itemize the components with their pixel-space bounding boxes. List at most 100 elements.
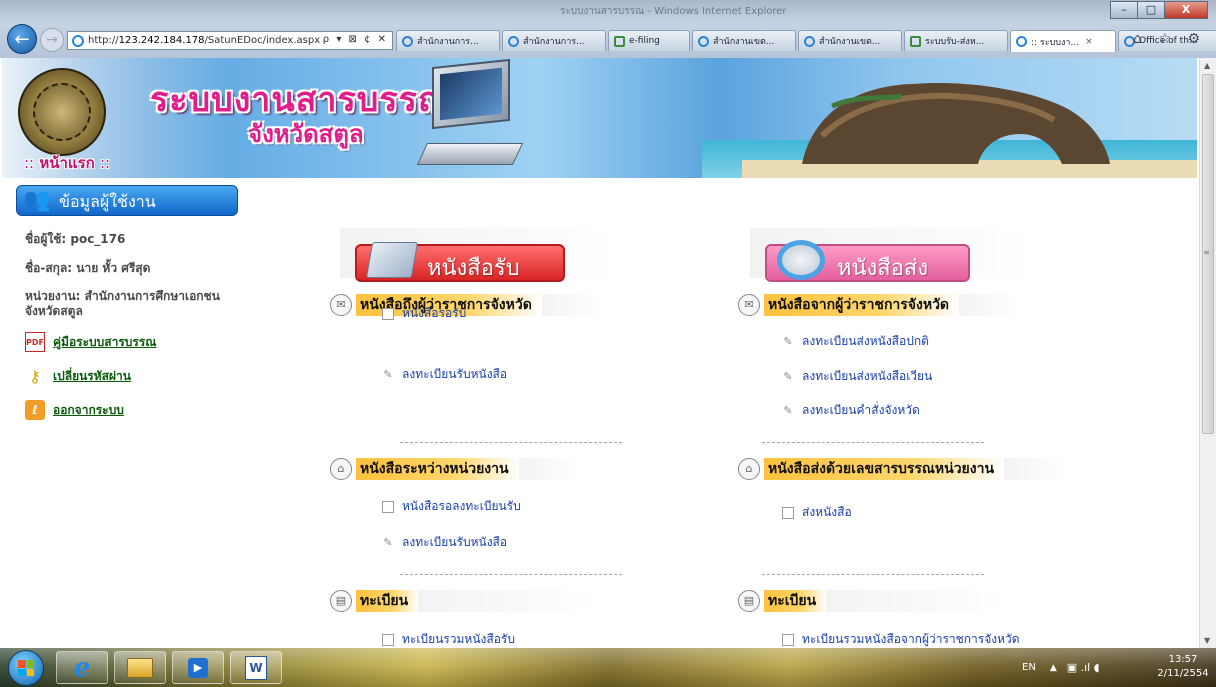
browser-tab[interactable]: สำนักงานเขต... <box>798 30 902 51</box>
doc-icon <box>782 506 794 519</box>
browser-chrome: ระบบงานสารบรรณ - Windows Internet Explor… <box>0 0 1216 58</box>
menu-item-link[interactable]: ✎ ลงทะเบียนคำสั่งจังหวัด <box>782 401 919 420</box>
site-banner: ระบบงานสารบรรณ จังหวัดสตูล :: หน้าแรก :: <box>2 58 1197 178</box>
send-header: หนังสือส่ง <box>765 240 970 282</box>
address-tools[interactable]: ρ ▾ ⊠ ¢ ✕ <box>323 34 388 45</box>
back-button[interactable]: ← <box>7 24 37 54</box>
provincial-seal-logo <box>18 68 106 156</box>
section-icon: ⌂ <box>738 458 760 480</box>
section-divider <box>400 442 622 443</box>
folder-icon <box>127 657 153 678</box>
taskbar-ie-button[interactable]: e <box>56 651 108 684</box>
home-label: หน้าแรก <box>39 154 95 172</box>
address-bar[interactable]: http://123.242.184.178/SatunEDoc/index.a… <box>67 31 393 50</box>
menu-item-link[interactable]: หนังสือรอลงทะเบียนรับ <box>382 497 521 516</box>
section-heading: ⌂ หนังสือระหว่างหน่วยงาน <box>330 458 579 480</box>
mail-icon <box>614 35 625 47</box>
sidebar-link-label[interactable]: คู่มือระบบสารบรรณ <box>53 333 156 352</box>
menu-item-link[interactable]: ทะเบียนรวมหนังสือจากผู้ว่าราชการจังหวัด <box>782 630 1020 648</box>
tab-label: สำนักงานเขต... <box>713 37 775 47</box>
banner-subtitle: จังหวัดสตูล <box>248 120 364 148</box>
username-text: ชื่อผู้ใช้: poc_176 <box>25 232 126 246</box>
scroll-grip-icon: ≡ <box>1203 248 1210 257</box>
browser-tab[interactable]: สำนักงานการ... <box>396 30 500 51</box>
ie-icon <box>508 35 519 47</box>
doc-icon <box>382 500 394 513</box>
taskbar-explorer-button[interactable] <box>114 651 166 684</box>
menu-item-link[interactable]: ✎ ลงทะเบียนส่งหนังสือปกติ <box>782 332 929 351</box>
ie-icon <box>402 35 413 47</box>
user-info-heading: 👥 ข้อมูลผู้ใช้งาน <box>16 185 238 216</box>
doc-icon <box>382 307 394 320</box>
taskbar-word-button[interactable]: W <box>230 651 282 684</box>
menu-item-label: ลงทะเบียนส่งหนังสือปกติ <box>802 334 929 348</box>
edit-icon: ✎ <box>783 334 793 348</box>
menu-item-link[interactable]: ✎ ลงทะเบียนรับหนังสือ <box>382 365 507 384</box>
section-icon: ⌂ <box>330 458 352 480</box>
ie-favicon-icon <box>72 34 84 47</box>
taskbar-media-button[interactable]: ▶ <box>172 651 224 684</box>
home-link[interactable]: :: หน้าแรก :: <box>24 151 110 175</box>
section-title: ทะเบียน <box>764 590 827 612</box>
tab-label: สำนักงานการ... <box>417 37 479 47</box>
section-divider <box>400 574 622 575</box>
ie-icon: e <box>73 652 91 683</box>
tab-label: e-filing <box>629 36 660 46</box>
menu-item-link[interactable]: หนังสือรอรับ <box>382 304 466 323</box>
menu-item-label: ทะเบียนรวมหนังสือจากผู้ว่าราชการจังหวัด <box>802 632 1020 646</box>
section-title: หนังสือจากผู้ว่าราชการจังหวัด <box>764 294 960 316</box>
receive-header: หนังสือรับ <box>355 242 565 282</box>
language-indicator[interactable]: EN <box>1022 662 1036 673</box>
menu-item-label: ส่งหนังสือ <box>802 505 852 519</box>
start-button[interactable] <box>8 650 44 686</box>
edit-icon: ✎ <box>783 369 793 383</box>
sidebar-link[interactable]: PDF คู่มือระบบสารบรรณ <box>25 332 156 352</box>
url-prefix: http:// <box>88 35 119 46</box>
section-title: หนังสือระหว่างหน่วยงาน <box>356 458 519 480</box>
browser-tools[interactable]: ⌂ ☆ ⚙ <box>1133 31 1206 47</box>
menu-item-link[interactable]: ✎ ลงทะเบียนรับหนังสือ <box>382 533 507 552</box>
sidebar-link[interactable]: ℓ ออกจากระบบ <box>25 400 124 420</box>
user-info-title: ข้อมูลผู้ใช้งาน <box>59 192 156 211</box>
computer-illustration <box>416 58 524 173</box>
minimize-button[interactable]: – <box>1110 1 1138 19</box>
browser-tab[interactable]: ระบบรับ-ส่งห... <box>904 30 1008 51</box>
menu-item-link[interactable]: ✎ ลงทะเบียนส่งหนังสือเวียน <box>782 367 932 386</box>
doc-icon <box>382 633 394 646</box>
doc-icon <box>782 633 794 646</box>
maximize-button[interactable]: □ <box>1137 1 1165 19</box>
sidebar-link-label[interactable]: ออกจากระบบ <box>53 401 124 420</box>
browser-tab[interactable]: :: ระบบงา... × <box>1010 30 1116 52</box>
menu-item-link[interactable]: ทะเบียนรวมหนังสือรับ <box>382 630 515 648</box>
mail-icon <box>910 35 921 47</box>
home-suffix: :: <box>99 154 111 172</box>
section-heading: ▤ ทะเบียน <box>738 590 1007 612</box>
menu-item-link[interactable]: ส่งหนังสือ <box>782 503 852 522</box>
forward-button[interactable]: → <box>40 28 64 52</box>
tab-label: สำนักงานการ... <box>523 37 585 47</box>
browser-tab[interactable]: e-filing <box>608 30 690 51</box>
sidebar-link[interactable]: ⚷ เปลี่ยนรหัสผ่าน <box>25 366 131 386</box>
close-window-button[interactable]: X <box>1164 1 1208 19</box>
scroll-down-arrow[interactable]: ▼ <box>1204 636 1210 645</box>
browser-tab[interactable]: สำนักงานการ... <box>502 30 606 51</box>
clock-date: 2/11/2554 <box>1157 668 1209 679</box>
edit-icon: ✎ <box>383 535 393 549</box>
tray-expand-icon[interactable]: ▲ <box>1050 663 1057 673</box>
tab-label: ระบบรับ-ส่งห... <box>925 37 985 47</box>
agency-text: หน่วยงาน: สำนักงานการศึกษาเอกชนจังหวัดสต… <box>25 289 220 318</box>
browser-tab[interactable]: สำนักงานเขต... <box>692 30 796 51</box>
tray-status-icons[interactable]: ▣ .ıl ◖ <box>1067 661 1100 674</box>
tab-close-icon[interactable]: × <box>1085 37 1093 47</box>
taskbar-clock[interactable]: 13:57 2/11/2554 <box>1155 653 1211 681</box>
vertical-scrollbar[interactable]: ▲ ≡ ▼ <box>1199 58 1216 648</box>
section-icon: ▤ <box>738 590 760 612</box>
url-host: 123.242.184.178 <box>118 35 205 46</box>
users-icon: 👥 <box>23 188 51 213</box>
edit-icon: ✎ <box>383 367 393 381</box>
ie-icon <box>1016 36 1027 47</box>
rock-arch-photo <box>802 82 1110 164</box>
scroll-up-arrow[interactable]: ▲ <box>1204 61 1210 70</box>
system-tray: EN ▲ ▣ .ıl ◖ <box>1022 648 1108 687</box>
sidebar-link-label[interactable]: เปลี่ยนรหัสผ่าน <box>53 367 131 386</box>
